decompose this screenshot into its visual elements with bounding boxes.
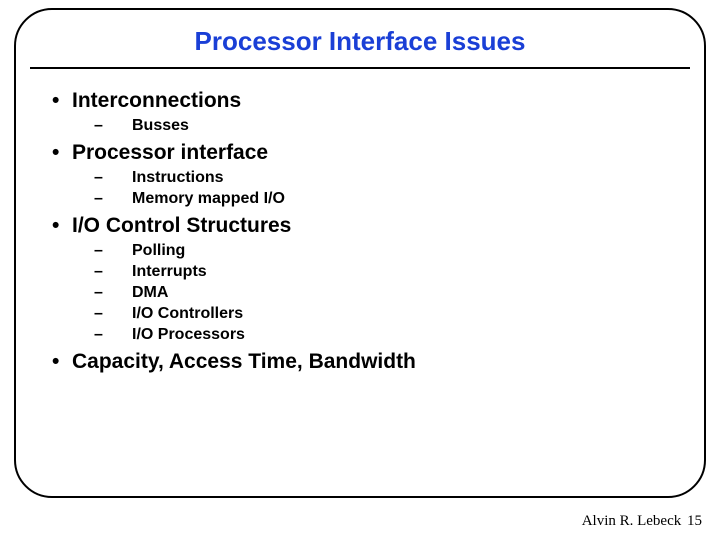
slide-frame: Processor Interface Issues Interconnecti… <box>14 8 706 498</box>
subitem-memory-mapped-io: Memory mapped I/O <box>94 190 668 208</box>
bullet-io-control-structures: I/O Control Structures <box>52 214 668 238</box>
subitem-instructions: Instructions <box>94 169 668 187</box>
bullet-capacity-access-bandwidth: Capacity, Access Time, Bandwidth <box>52 350 668 374</box>
subitem-io-controllers: I/O Controllers <box>94 305 668 323</box>
footer-page-number: 15 <box>687 513 702 529</box>
slide-title: Processor Interface Issues <box>16 26 704 57</box>
title-area: Processor Interface Issues <box>16 10 704 67</box>
subitem-polling: Polling <box>94 242 668 260</box>
subitem-io-processors: I/O Processors <box>94 326 668 344</box>
footer-author: Alvin R. Lebeck <box>582 513 682 529</box>
slide-footer: Alvin R. Lebeck 15 <box>582 513 702 530</box>
bullet-processor-interface: Processor interface <box>52 141 668 165</box>
bullet-interconnections: Interconnections <box>52 89 668 113</box>
slide-content: Interconnections Busses Processor interf… <box>16 69 704 374</box>
subitem-dma: DMA <box>94 284 668 302</box>
subitem-busses: Busses <box>94 117 668 135</box>
subitem-interrupts: Interrupts <box>94 263 668 281</box>
